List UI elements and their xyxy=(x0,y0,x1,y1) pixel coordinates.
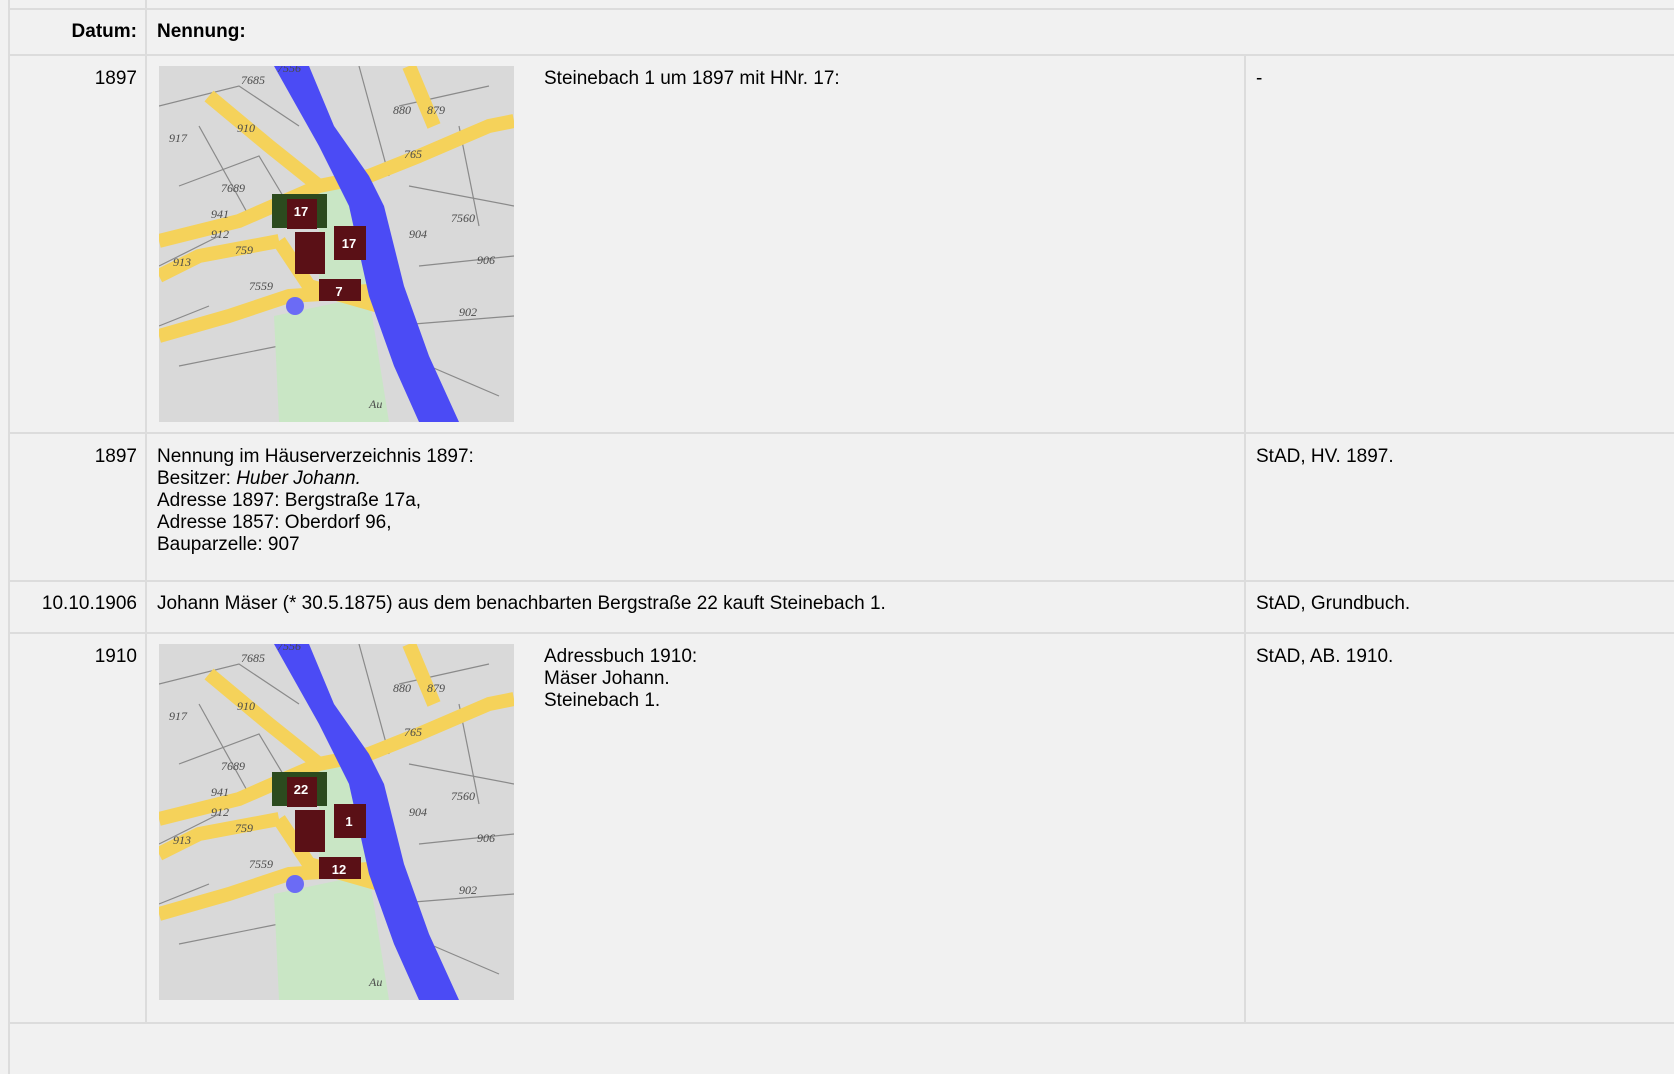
row-date: 1910 xyxy=(8,632,147,1024)
row-date: 10.10.1906 xyxy=(8,580,147,634)
map-image: 17 17 7 7556 7685 910 917 7689 880 879 765 941 912 75… xyxy=(159,66,514,422)
parcel-number: Au xyxy=(368,397,382,411)
row-line: Adressbuch 1910: xyxy=(544,646,698,667)
map-image: 22 1 12 7556 7685 910 917 7689 880 879 765 941 912 75… xyxy=(159,644,514,1000)
parcel-number: 7556 xyxy=(277,66,301,75)
page: Datum: Nennung: 1897 17 17 7 7556 7685 910 917… xyxy=(0,0,1674,1074)
parcel-number: 917 xyxy=(169,131,188,145)
row-source: - xyxy=(1244,54,1674,434)
parcel-number: 765 xyxy=(404,725,422,739)
row-date: 1897 xyxy=(8,54,147,434)
owner-name: Huber Johann. xyxy=(236,468,361,489)
row-mention: 17 17 7 7556 7685 910 917 7689 880 879 765 941 912 75… xyxy=(145,54,1246,434)
parcel-number: 7560 xyxy=(451,789,475,803)
parcel-number: 879 xyxy=(427,103,445,117)
row-line: Mäser Johann. xyxy=(544,668,670,689)
parcel-number: 910 xyxy=(237,699,255,713)
parcel-number: 902 xyxy=(459,305,477,319)
parcel-number: 759 xyxy=(235,243,253,257)
history-table: Datum: Nennung: 1897 17 17 7 7556 7685 910 917… xyxy=(8,0,1674,1024)
parcel-number: 913 xyxy=(173,255,191,269)
parcel-number: 906 xyxy=(477,831,495,845)
house-number-label: 17 xyxy=(342,236,356,251)
table-row: 1897 Nennung im Häuserverzeichnis 1897: … xyxy=(8,432,1674,582)
house-number-label: 7 xyxy=(335,284,342,299)
owner-label: Besitzer: xyxy=(157,468,237,489)
parcel-number: 917 xyxy=(169,709,188,723)
table-row: 1910 22 1 12 7556 7685 910 917 7689 880 879 765 941… xyxy=(8,632,1674,1024)
row-date: 1897 xyxy=(8,432,147,582)
house-marker xyxy=(295,232,325,274)
row-text: Adressbuch 1910: Mäser Johann. Steinebac… xyxy=(514,644,697,1000)
parcel-number: 7689 xyxy=(221,181,245,195)
row-line: Adresse 1857: Oberdorf 96, xyxy=(157,512,392,533)
parcel-number: 7685 xyxy=(241,73,265,87)
parcel-number: 880 xyxy=(393,103,411,117)
parcel-number: 904 xyxy=(409,805,427,819)
location-dot xyxy=(286,297,304,315)
parcel-number: 912 xyxy=(211,227,229,241)
parcel-number: Au xyxy=(368,975,382,989)
parcel-number: 913 xyxy=(173,833,191,847)
parcel-number: 7560 xyxy=(451,211,475,225)
parcel-number: 879 xyxy=(427,681,445,695)
row-text: Steinebach 1 um 1897 mit HNr. 17: xyxy=(544,68,840,89)
row-source: StAD, AB. 1910. xyxy=(1244,632,1674,1024)
parcel-number: 765 xyxy=(404,147,422,161)
row-line: Adresse 1897: Bergstraße 17a, xyxy=(157,490,422,511)
house-marker xyxy=(295,810,325,852)
row-source: StAD, HV. 1897. xyxy=(1244,432,1674,582)
row-line-owner: Besitzer: Huber Johann. xyxy=(157,468,1244,490)
table-row: 10.10.1906 Johann Mäser (* 30.5.1875) au… xyxy=(8,580,1674,634)
parcel-number: 902 xyxy=(459,883,477,897)
table-header: Datum: Nennung: xyxy=(8,8,1674,56)
parcel-number: 759 xyxy=(235,821,253,835)
house-number-label: 1 xyxy=(345,814,352,829)
parcel-number: 7685 xyxy=(241,651,265,665)
location-dot xyxy=(286,875,304,893)
parcel-number: 7559 xyxy=(249,857,273,871)
parcel-number: 941 xyxy=(211,207,229,221)
parcel-number: 906 xyxy=(477,253,495,267)
parcel-number: 7556 xyxy=(277,644,301,653)
row-source: StAD, Grundbuch. xyxy=(1244,580,1674,634)
row-mention: Johann Mäser (* 30.5.1875) aus dem benac… xyxy=(145,580,1246,634)
row-mention: 22 1 12 7556 7685 910 917 7689 880 879 765 941 912 75… xyxy=(145,632,1246,1024)
parcel-number: 912 xyxy=(211,805,229,819)
parcel-number: 904 xyxy=(409,227,427,241)
header-mention: Nennung: xyxy=(145,8,1674,56)
row-line: Steinebach 1. xyxy=(544,690,661,711)
parcel-number: 910 xyxy=(237,121,255,135)
parcel-number: 880 xyxy=(393,681,411,695)
row-line: Nennung im Häuserverzeichnis 1897: xyxy=(157,446,474,467)
header-date: Datum: xyxy=(8,8,147,56)
row-mention: Nennung im Häuserverzeichnis 1897: Besit… xyxy=(145,432,1246,582)
house-number-label: 17 xyxy=(294,204,308,219)
table-row: 1897 17 17 7 7556 7685 910 917 7689 880 879 765 941… xyxy=(8,54,1674,434)
row-line: Bauparzelle: 907 xyxy=(157,534,300,555)
parcel-number: 7559 xyxy=(249,279,273,293)
table-top-gap xyxy=(8,0,1674,10)
parcel-number: 7689 xyxy=(221,759,245,773)
parcel-number: 941 xyxy=(211,785,229,799)
house-number-label: 22 xyxy=(294,782,308,797)
house-number-label: 12 xyxy=(332,862,346,877)
